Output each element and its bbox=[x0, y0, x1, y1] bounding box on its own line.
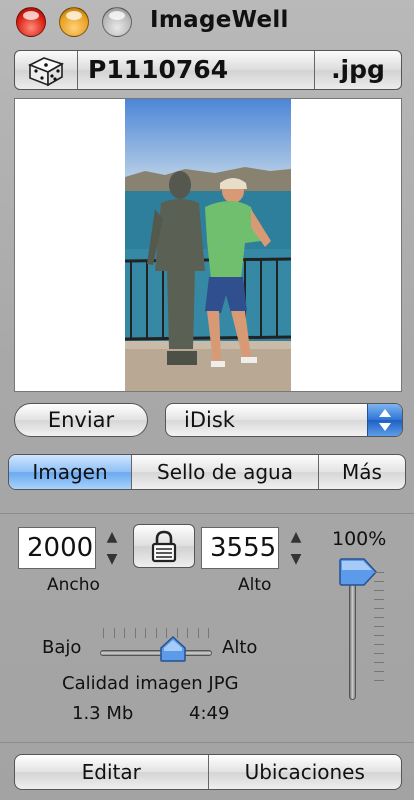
close-button[interactable] bbox=[16, 7, 46, 37]
width-field[interactable]: 2000 bbox=[18, 527, 96, 569]
stepper-up-icon[interactable]: ▲ bbox=[291, 527, 302, 547]
height-label: Alto bbox=[238, 575, 272, 595]
upload-time: 4:49 bbox=[189, 703, 230, 724]
random-name-button[interactable] bbox=[15, 51, 78, 89]
destination-value: iDisk bbox=[184, 408, 235, 432]
width-label: Ancho bbox=[47, 575, 100, 595]
image-well[interactable] bbox=[14, 98, 402, 392]
extension-button[interactable]: .jpg bbox=[315, 51, 401, 89]
photo-preview bbox=[125, 99, 291, 391]
imagewell-window: ImageWell P1110764 .jpg Enviar iDisk Ima… bbox=[0, 0, 414, 800]
stepper-down-icon[interactable]: ▼ bbox=[291, 549, 302, 569]
tab-bar: Imagen Sello de agua Más bbox=[8, 454, 406, 490]
tab-sello-de-agua[interactable]: Sello de agua bbox=[132, 455, 319, 489]
height-field[interactable]: 3555 bbox=[201, 527, 279, 569]
updown-arrows-icon bbox=[367, 404, 402, 436]
quality-slider-track[interactable] bbox=[100, 650, 212, 656]
destination-select[interactable]: iDisk bbox=[165, 403, 403, 437]
locations-button[interactable]: Ubicaciones bbox=[209, 755, 402, 789]
stepper-down-icon[interactable]: ▼ bbox=[107, 549, 118, 569]
quality-low-label: Bajo bbox=[42, 637, 82, 658]
file-size: 1.3 Mb bbox=[72, 703, 134, 724]
stepper-up-icon[interactable]: ▲ bbox=[107, 527, 118, 547]
width-stepper[interactable]: ▲ ▼ bbox=[100, 527, 124, 569]
quality-slider-thumb[interactable] bbox=[159, 636, 187, 662]
divider bbox=[0, 513, 414, 514]
height-stepper[interactable]: ▲ ▼ bbox=[284, 527, 308, 569]
minimize-button[interactable] bbox=[59, 7, 89, 37]
title-bar[interactable]: ImageWell bbox=[0, 0, 414, 44]
dice-icon bbox=[28, 57, 64, 87]
window-title: ImageWell bbox=[150, 7, 289, 33]
scale-slider-ticks bbox=[374, 572, 384, 690]
tab-mas[interactable]: Más bbox=[319, 455, 405, 489]
zoom-button[interactable] bbox=[102, 7, 132, 37]
send-button[interactable]: Enviar bbox=[14, 403, 148, 437]
lock-icon bbox=[151, 530, 177, 563]
scale-slider-thumb[interactable] bbox=[338, 558, 378, 586]
tab-imagen[interactable]: Imagen bbox=[9, 455, 132, 489]
scale-readout: 100% bbox=[332, 528, 387, 550]
filename-bar: P1110764 .jpg bbox=[14, 50, 402, 90]
quality-high-label: Alto bbox=[222, 637, 258, 658]
divider bbox=[0, 742, 414, 743]
edit-button[interactable]: Editar bbox=[15, 755, 209, 789]
bottom-button-bar: Editar Ubicaciones bbox=[14, 754, 402, 790]
filename-field[interactable]: P1110764 bbox=[78, 51, 315, 89]
scale-slider-track[interactable] bbox=[349, 568, 356, 700]
aspect-lock-button[interactable] bbox=[133, 524, 195, 568]
quality-caption: Calidad imagen JPG bbox=[62, 673, 239, 694]
quality-slider-ticks bbox=[103, 628, 209, 638]
